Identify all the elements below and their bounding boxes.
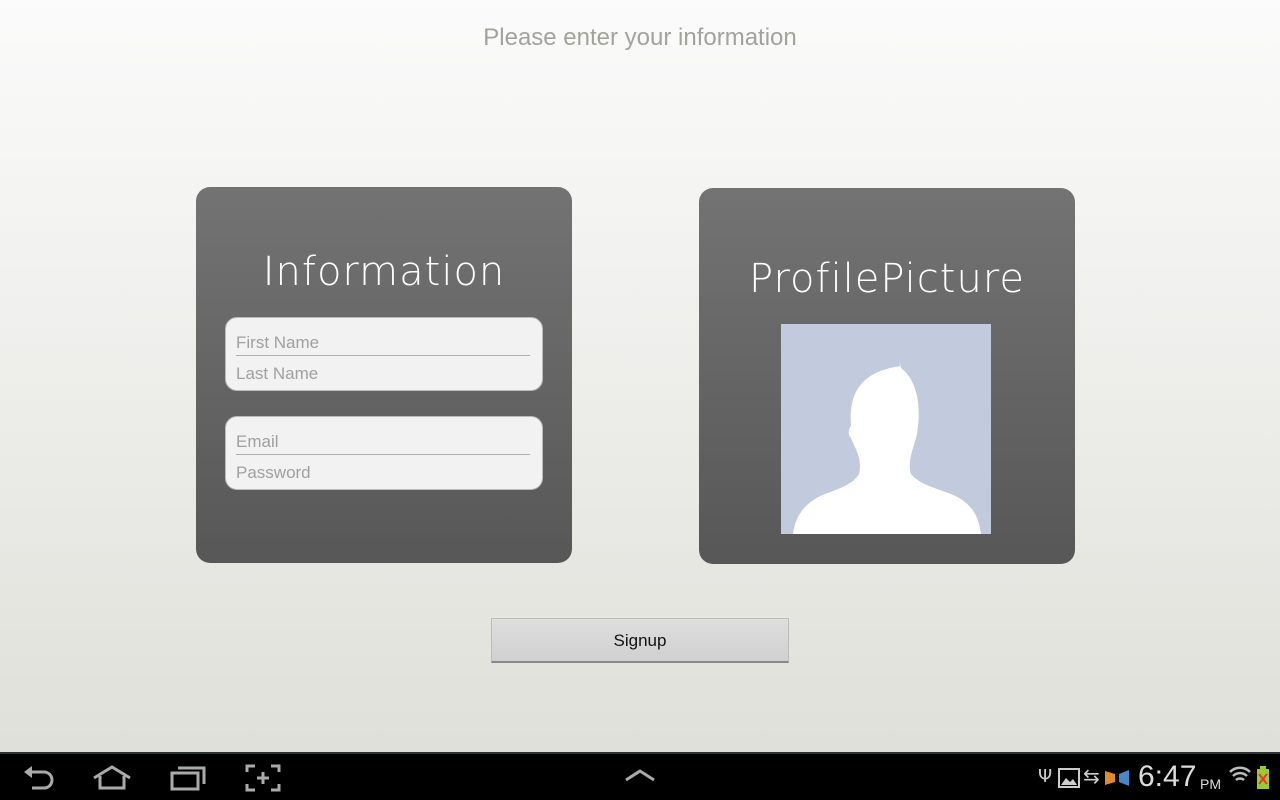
profile-picture-card: ProfilePicture [699, 188, 1075, 564]
last-name-input[interactable] [236, 356, 530, 385]
credential-fields [225, 416, 543, 490]
avatar-silhouette-icon [793, 360, 981, 534]
system-bar: Ψ ⇆ 6:47 PM [0, 752, 1280, 800]
sync-icon: ⇆ [1083, 764, 1100, 788]
profile-picture-title: ProfilePicture [749, 256, 1025, 302]
image-icon [1058, 768, 1080, 788]
back-icon[interactable] [22, 764, 56, 792]
email-input[interactable] [236, 417, 530, 455]
recent-apps-icon[interactable] [170, 764, 206, 792]
usb-icon: Ψ [1038, 766, 1053, 787]
up-chevron-icon[interactable] [624, 768, 656, 784]
information-title: Information [262, 249, 506, 295]
wifi-icon [1229, 766, 1251, 782]
information-card: Information [196, 187, 572, 563]
page-title: Please enter your information [483, 24, 797, 51]
profile-picture[interactable] [781, 324, 991, 534]
password-input[interactable] [236, 455, 530, 484]
media-icon [1105, 770, 1129, 786]
name-fields [225, 317, 543, 391]
screenshot-icon[interactable] [245, 764, 281, 792]
first-name-input[interactable] [236, 318, 530, 356]
signup-button[interactable]: Signup [491, 618, 789, 663]
battery-icon [1257, 766, 1269, 789]
home-icon[interactable] [92, 764, 132, 792]
clock-ampm: PM [1200, 776, 1221, 792]
clock-time: 6:47 [1138, 760, 1197, 793]
